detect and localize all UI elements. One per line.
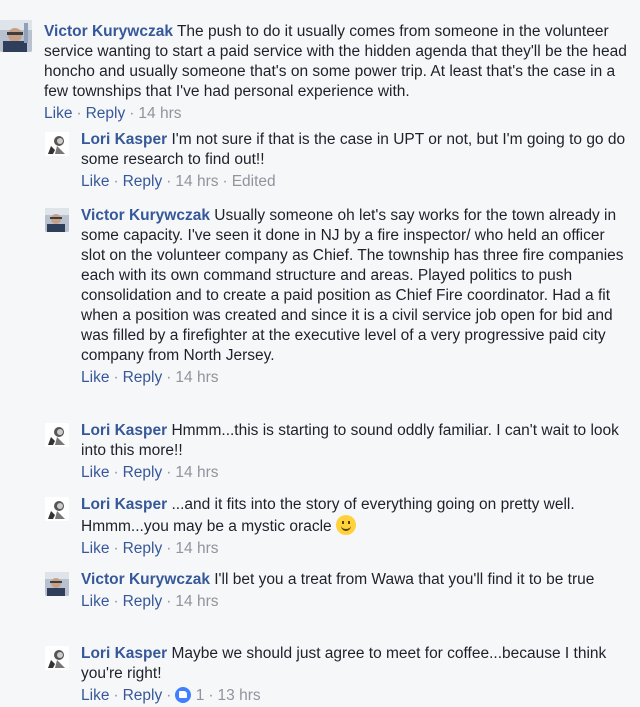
like-link[interactable]: Like: [81, 687, 109, 704]
author-name[interactable]: Lori Kasper: [81, 496, 167, 513]
separator: ·: [166, 369, 172, 386]
comment-actions: Like · Reply · 14 hrs: [81, 592, 629, 612]
timestamp[interactable]: 14 hrs: [175, 173, 218, 190]
comment-text: Usually someone oh let's say works for t…: [81, 207, 624, 364]
separator: ·: [113, 540, 119, 557]
comment-body: Lori Kasper Maybe we should just agree t…: [81, 644, 629, 706]
separator: ·: [113, 687, 119, 704]
separator: ·: [166, 540, 172, 557]
separator: ·: [166, 593, 172, 610]
separator: ·: [76, 105, 82, 122]
like-link[interactable]: Like: [44, 105, 72, 122]
avatar[interactable]: [45, 208, 69, 232]
separator: ·: [113, 464, 119, 481]
author-name[interactable]: Lori Kasper: [81, 131, 167, 148]
author-name[interactable]: Victor Kurywczak: [44, 23, 173, 40]
avatar[interactable]: [45, 572, 69, 596]
like-link[interactable]: Like: [81, 173, 109, 190]
smiley-emoji-icon: [335, 515, 356, 535]
separator: ·: [166, 687, 172, 704]
separator: ·: [113, 173, 119, 190]
lori-avatar-image: [45, 423, 69, 447]
comment-actions: Like · Reply · 14 hrs: [44, 104, 634, 124]
timestamp[interactable]: 14 hrs: [138, 105, 181, 122]
separator: ·: [166, 173, 172, 190]
comment-body: Lori Kasper Hmmm...this is starting to s…: [81, 421, 629, 483]
avatar[interactable]: [45, 646, 69, 670]
victor-avatar-image: [45, 208, 69, 232]
separator: ·: [113, 369, 119, 386]
comment-actions: Like · Reply · 14 hrs: [81, 539, 629, 559]
thumbs-up-icon[interactable]: [175, 687, 192, 703]
reply-link[interactable]: Reply: [123, 593, 163, 610]
avatar[interactable]: [45, 497, 69, 521]
comment-body: Lori Kasper ...and it fits into the stor…: [81, 495, 629, 559]
edited-label[interactable]: Edited: [232, 173, 276, 190]
comment-body: Victor Kurywczak I'll bet you a treat fr…: [81, 570, 629, 612]
reply-link[interactable]: Reply: [123, 464, 163, 481]
reply-link[interactable]: Reply: [86, 105, 126, 122]
separator: ·: [222, 173, 228, 190]
reply-link[interactable]: Reply: [123, 369, 163, 386]
avatar[interactable]: [45, 423, 69, 447]
timestamp[interactable]: 14 hrs: [175, 369, 218, 386]
comment-text: I'll bet you a treat from Wawa that you'…: [214, 571, 595, 588]
lori-avatar-image: [45, 132, 69, 156]
like-link[interactable]: Like: [81, 593, 109, 610]
like-link[interactable]: Like: [81, 464, 109, 481]
lori-avatar-image: [45, 646, 69, 670]
like-link[interactable]: Like: [81, 369, 109, 386]
author-name[interactable]: Victor Kurywczak: [81, 207, 210, 224]
comment-actions: Like · Reply · 1 · 13 hrs: [81, 686, 629, 706]
victor-avatar-image: [0, 20, 32, 52]
reply-link[interactable]: Reply: [123, 173, 163, 190]
comment-actions: Like · Reply · 14 hrs · Edited: [81, 172, 629, 192]
comment-body: Victor Kurywczak The push to do it usual…: [44, 22, 634, 124]
author-name[interactable]: Victor Kurywczak: [81, 571, 210, 588]
timestamp[interactable]: 14 hrs: [175, 464, 218, 481]
timestamp[interactable]: 14 hrs: [175, 540, 218, 557]
separator: ·: [208, 687, 214, 704]
avatar[interactable]: [45, 132, 69, 156]
reply-link[interactable]: Reply: [123, 540, 163, 557]
comment-actions: Like · Reply · 14 hrs: [81, 463, 629, 483]
lori-avatar-image: [45, 497, 69, 521]
timestamp[interactable]: 14 hrs: [175, 593, 218, 610]
separator: ·: [129, 105, 135, 122]
avatar[interactable]: [0, 20, 32, 52]
separator: ·: [166, 464, 172, 481]
comment-actions: Like · Reply · 14 hrs: [81, 368, 629, 388]
comment-body: Lori Kasper I'm not sure if that is the …: [81, 130, 629, 192]
reply-link[interactable]: Reply: [123, 687, 163, 704]
timestamp[interactable]: 13 hrs: [218, 687, 261, 704]
comment-body: Victor Kurywczak Usually someone oh let'…: [81, 206, 629, 388]
separator: ·: [113, 593, 119, 610]
author-name[interactable]: Lori Kasper: [81, 645, 167, 662]
author-name[interactable]: Lori Kasper: [81, 422, 167, 439]
victor-avatar-image: [45, 572, 69, 596]
like-link[interactable]: Like: [81, 540, 109, 557]
